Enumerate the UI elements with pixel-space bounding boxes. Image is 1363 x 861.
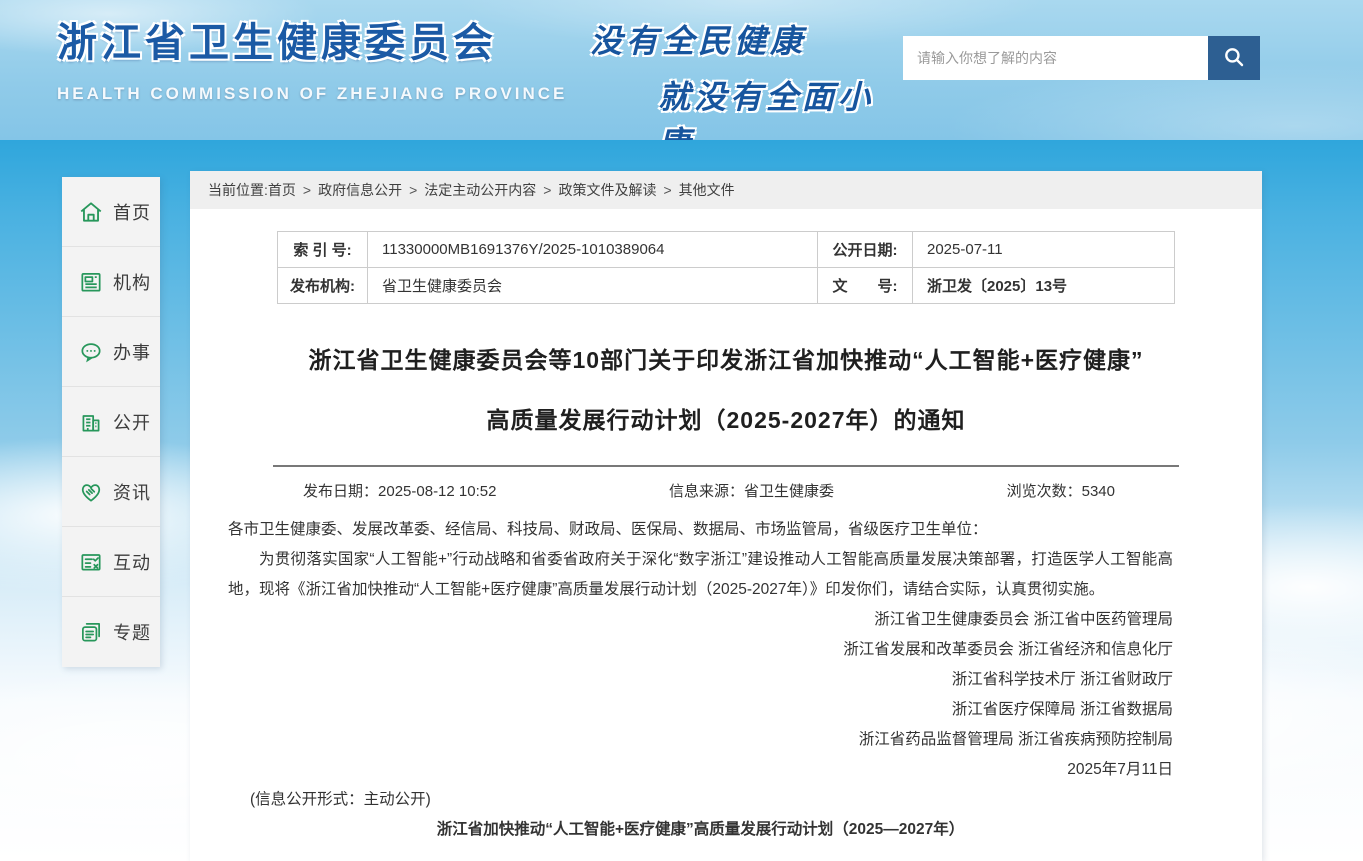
- heart-handshake-icon: [78, 479, 104, 505]
- signature-date: 2025年7月11日: [228, 755, 1173, 785]
- breadcrumb-item-gov-info[interactable]: 政府信息公开: [318, 180, 402, 200]
- index-number-value: 11330000MB1691376Y/2025-1010389064: [368, 232, 818, 268]
- signature-line: 浙江省卫生健康委员会 浙江省中医药管理局: [228, 605, 1173, 635]
- sidebar-item-interaction[interactable]: 互动: [62, 527, 160, 597]
- issuing-org-label: 发布机构:: [278, 268, 368, 304]
- sidebar-item-disclosure[interactable]: 公开: [62, 387, 160, 457]
- doc-number-label: 文 号:: [818, 268, 913, 304]
- search-button[interactable]: [1208, 36, 1260, 80]
- sidebar-item-label: 机构: [113, 269, 151, 295]
- breadcrumb: 当前位置: 首页 > 政府信息公开 > 法定主动公开内容 > 政策文件及解读 >…: [190, 171, 1262, 209]
- document-info-table: 索 引 号: 11330000MB1691376Y/2025-101038906…: [277, 231, 1175, 304]
- search-input[interactable]: [903, 36, 1208, 80]
- view-count: 浏览次数：5340: [1007, 480, 1115, 501]
- breadcrumb-separator: >: [303, 182, 311, 198]
- signature-line: 浙江省科学技术厅 浙江省财政厅: [228, 665, 1173, 695]
- sidebar-item-home[interactable]: 首页: [62, 177, 160, 247]
- sidebar-item-label: 公开: [113, 409, 151, 435]
- article-body: 各市卫生健康委、发展改革委、经信局、科技局、财政局、医保局、数据局、市场监管局，…: [190, 501, 1262, 845]
- page-title-line-1: 浙江省卫生健康委员会等10部门关于印发浙江省加快推动“人工智能+医疗健康”: [190, 330, 1262, 390]
- breadcrumb-item-other-docs[interactable]: 其他文件: [679, 180, 735, 200]
- breadcrumb-item-legal-disclosure[interactable]: 法定主动公开内容: [424, 180, 536, 200]
- form-check-icon: [78, 549, 104, 575]
- article-meta: 发布日期：2025-08-12 10:52 信息来源：省卫生健康委 浏览次数：5…: [277, 480, 1175, 501]
- site-search: [903, 36, 1260, 80]
- sidebar-item-news[interactable]: 资讯: [62, 457, 160, 527]
- sidebar-item-topics[interactable]: 专题: [62, 597, 160, 667]
- breadcrumb-item-policy-docs[interactable]: 政策文件及解读: [558, 180, 656, 200]
- index-number-label: 索 引 号:: [278, 232, 368, 268]
- breadcrumb-separator: >: [663, 182, 671, 198]
- publish-date-label: 公开日期:: [818, 232, 913, 268]
- home-icon: [78, 199, 104, 225]
- body-paragraph: 为贯彻落实国家“人工智能+”行动战略和省委省政府关于深化“数字浙江”建设推动人工…: [228, 545, 1173, 605]
- view-count-label: 浏览次数：: [1007, 483, 1082, 500]
- info-source: 信息来源：省卫生健康委: [669, 480, 834, 501]
- addressee-paragraph: 各市卫生健康委、发展改革委、经信局、科技局、财政局、医保局、数据局、市场监管局，…: [228, 515, 1173, 545]
- breadcrumb-item-home[interactable]: 首页: [268, 180, 296, 200]
- sidebar-item-org[interactable]: 机构: [62, 247, 160, 317]
- search-icon: [1221, 44, 1247, 73]
- table-row: 索 引 号: 11330000MB1691376Y/2025-101038906…: [278, 232, 1175, 268]
- sidebar-item-label: 首页: [113, 199, 151, 225]
- signature-line: 浙江省药品监督管理局 浙江省疾病预防控制局: [228, 725, 1173, 755]
- org-document-icon: [78, 269, 104, 295]
- info-source-label: 信息来源：: [669, 483, 744, 500]
- disclosure-note: (信息公开形式：主动公开): [228, 785, 1173, 815]
- sidebar-nav: 首页 机构 办事 公开: [62, 177, 160, 667]
- publish-datetime-value: 2025-08-12 10:52: [378, 483, 496, 500]
- building-icon: [78, 409, 104, 435]
- breadcrumb-prefix: 当前位置:: [208, 180, 268, 200]
- sidebar-item-label: 专题: [113, 619, 151, 645]
- doc-number-value: 浙卫发〔2025〕13号: [913, 268, 1175, 304]
- view-count-value: 5340: [1082, 483, 1115, 500]
- issuing-org-value: 省卫生健康委员会: [368, 268, 818, 304]
- page-title-line-2: 高质量发展行动计划（2025-2027年）的通知: [190, 390, 1262, 450]
- attachment-title: 浙江省加快推动“人工智能+医疗健康”高质量发展行动计划（2025—2027年）: [228, 815, 1173, 845]
- chat-bubble-icon: [78, 339, 104, 365]
- site-title-english: HEALTH COMMISSION OF ZHEJIANG PROVINCE: [57, 84, 567, 104]
- publish-datetime: 发布日期：2025-08-12 10:52: [303, 480, 496, 501]
- sidebar-item-label: 资讯: [113, 479, 151, 505]
- page-title: 浙江省卫生健康委员会等10部门关于印发浙江省加快推动“人工智能+医疗健康” 高质…: [190, 330, 1262, 450]
- publish-datetime-label: 发布日期：: [303, 483, 378, 500]
- breadcrumb-separator: >: [543, 182, 551, 198]
- site-logo[interactable]: 浙江省卫生健康委员会 HEALTH COMMISSION OF ZHEJIANG…: [57, 10, 567, 104]
- site-title: 浙江省卫生健康委员会: [57, 10, 567, 68]
- table-row: 发布机构: 省卫生健康委员会 文 号: 浙卫发〔2025〕13号: [278, 268, 1175, 304]
- breadcrumb-separator: >: [409, 182, 417, 198]
- slogan-line-1: 没有全民健康: [590, 16, 890, 62]
- sidebar-item-label: 互动: [113, 549, 151, 575]
- signature-line: 浙江省医疗保障局 浙江省数据局: [228, 695, 1173, 725]
- stacked-docs-icon: [78, 619, 104, 645]
- sidebar-item-label: 办事: [113, 339, 151, 365]
- signature-line: 浙江省发展和改革委员会 浙江省经济和信息化厅: [228, 635, 1173, 665]
- sidebar-item-services[interactable]: 办事: [62, 317, 160, 387]
- title-divider: [273, 465, 1179, 467]
- site-header: 浙江省卫生健康委员会 HEALTH COMMISSION OF ZHEJIANG…: [0, 0, 1363, 140]
- publish-date-value: 2025-07-11: [913, 232, 1175, 268]
- content-panel: 当前位置: 首页 > 政府信息公开 > 法定主动公开内容 > 政策文件及解读 >…: [190, 171, 1262, 861]
- info-source-value: 省卫生健康委: [744, 483, 834, 500]
